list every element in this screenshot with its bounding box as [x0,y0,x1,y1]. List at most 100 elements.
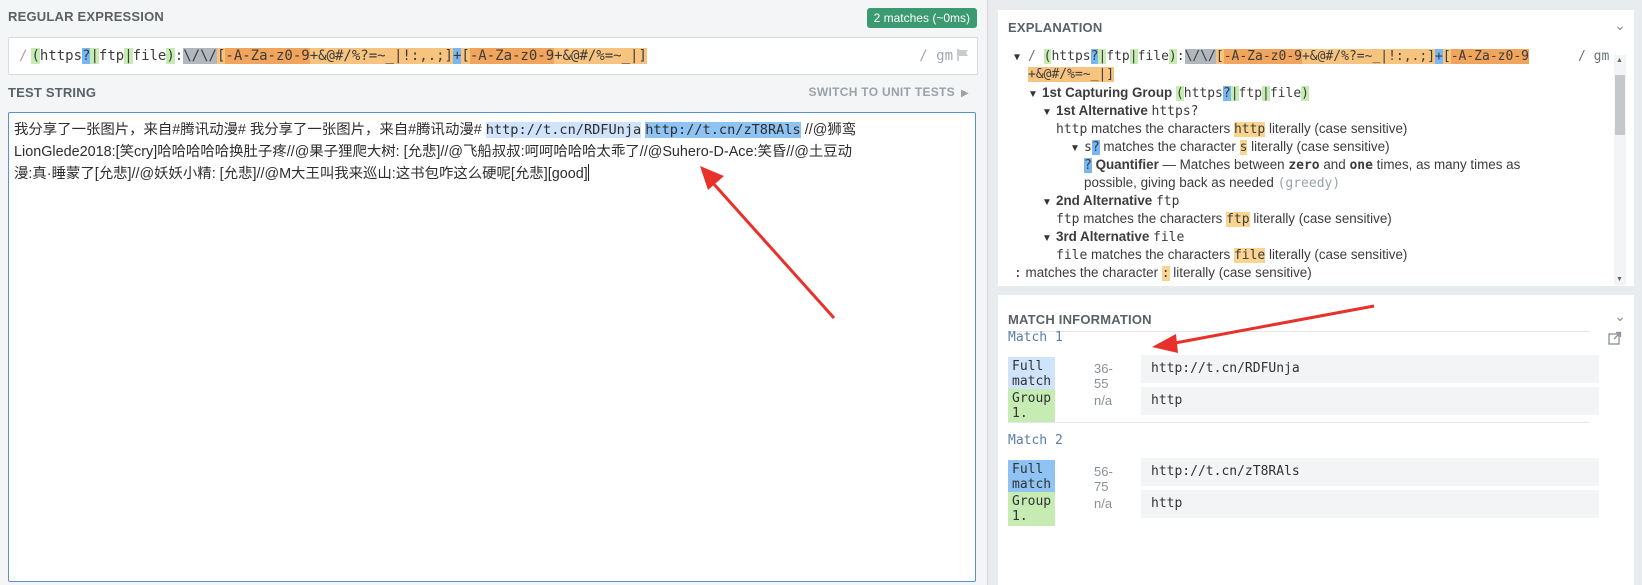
regex-token-file: file [132,48,167,64]
explanation-row-file: file matches the characters file literal… [1014,246,1614,264]
test-text-line2: LionGlede2018:[笑cry]哈哈哈哈哈换肚子疼//@果子狸爬大树: … [14,144,853,160]
regex-token-class-chars: +&@#/%?=~_|!:,.; [309,48,445,64]
full-match-label: Full match [1008,460,1056,494]
explanation-scrollbar[interactable]: ▲ ▼ [1614,55,1626,285]
scroll-down-arrow-icon[interactable]: ▼ [1616,276,1623,283]
regex-token-class-chars: +&@#/%=~_| [1028,67,1107,82]
regex-token-ftp: ftp [1106,49,1130,64]
explanation-literal-highlight: file [1233,248,1266,263]
regex-token-ftp: ftp [98,48,125,64]
explanation-text: possible, giving back as needed [1084,175,1278,190]
match-information-panel: MATCH INFORMATION ⌄ Match 1 Full match 3… [998,295,1634,585]
explanation-row-group[interactable]: ▼ 1st Capturing Group (https?|ftp|file) [1014,84,1614,102]
explanation-text: and [1319,157,1350,172]
explanation-row-regex-cont: +&@#/%=~_|] [1014,66,1614,84]
explanation-text: matches the character [1099,139,1240,154]
explanation-code: file [1056,248,1088,263]
regex-token-class-ranges: -A-Za-z0-9 [1450,49,1529,64]
explanation-tree: ▼ / (https?|ftp|file):\/\/[-A-Za-z0-9+&@#… [1014,48,1614,282]
explanation-row-alt2[interactable]: ▼ 2nd Alternative ftp [1014,192,1614,210]
regex-token-class-ranges: -A-Za-z0-9 [469,48,555,64]
share-icon[interactable] [1608,331,1622,345]
explanation-text: — Matches between [1158,157,1289,172]
chevron-down-icon[interactable]: ⌄ [1614,17,1626,34]
explanation-row-ftp: ftp matches the characters ftp literally… [1014,210,1614,228]
explanation-code: : [1014,266,1022,281]
explanation-row-regex[interactable]: ▼ / (https?|ftp|file):\/\/[-A-Za-z0-9+&@#… [1014,48,1614,66]
explanation-literal-highlight: : [1161,266,1170,281]
group-value[interactable]: http [1141,490,1599,518]
explanation-greedy: (greedy) [1277,176,1341,191]
match-information-label: MATCH INFORMATION [1008,312,1152,327]
explanation-row-colon: : matches the character : literally (cas… [1014,264,1614,282]
match-value[interactable]: http://t.cn/zT8RAls [1141,458,1599,486]
explanation-literal-highlight: ftp [1226,212,1250,227]
regex-token-group-open: ( [31,48,40,64]
chevron-right-icon: ▶ [961,88,969,99]
explanation-code: ftp [1056,212,1080,227]
regex-token-file: file [1269,86,1302,101]
explanation-group-heading: 1st Capturing Group [1042,85,1173,100]
regex-token-class-close: ] [444,48,453,64]
regex-token-alternation: | [1262,86,1270,101]
regex-token-quantifier: ? [1222,86,1231,101]
explanation-text: matches the character [1021,265,1162,280]
scrollbar-thumb[interactable] [1615,75,1625,135]
regex-token-class-open: [ [1215,49,1224,64]
match-value[interactable]: http://t.cn/RDFUnja [1141,355,1599,383]
group-value[interactable]: http [1141,387,1599,415]
regex-token-group-close: ) [1301,86,1309,101]
match-2-title: Match 2 [1008,433,1063,448]
regex-open-delimiter: / [1028,49,1036,64]
explanation-row-alt3[interactable]: ▼ 3rd Alternative file [1014,228,1614,246]
explanation-row-quantifier-cont: possible, giving back as needed (greedy) [1014,174,1614,192]
explanation-alt2-code: ftp [1155,194,1180,209]
match-range: 56-75 [1094,464,1113,494]
explanation-quantifier-highlight: ? [1091,140,1100,155]
regex-token-https: https [1183,86,1223,101]
collapse-triangle-icon[interactable]: ▼ [1014,49,1028,67]
regex-input[interactable]: / (https?|ftp|file):\/\/[-A-Za-z0-9+&@#/%… [8,37,978,75]
left-pane: REGULAR EXPRESSION 2 matches (~0ms) / (ht… [0,0,988,585]
regex-token-colon: : [174,48,184,64]
regex-token-group-close: ) [166,48,175,64]
group-label: Group 1. [1008,492,1056,526]
regex-token-group-open: ( [1175,86,1184,101]
regex-token-alternation: | [1230,86,1239,101]
flag-icon[interactable] [957,49,969,61]
explanation-text: matches the characters [1087,121,1234,136]
explanation-panel: EXPLANATION ⌄ ▼ / (https?|ftp|file):\/\/[… [998,10,1634,286]
match-highlight-2: http://t.cn/zT8RAls [645,122,801,138]
test-text-line3: 漫:真·睡蒙了[允悲]//@妖妖小精: [允悲]//@M大王叫我来巡山:这书包咋… [14,166,588,182]
test-text-before: 我分享了一张图片，来自#腾讯动漫# 我分享了一张图片，来自#腾讯动漫# [14,122,486,138]
switch-label: SWITCH TO UNIT TESTS [808,85,955,99]
explanation-literal-highlight: http [1233,122,1266,137]
switch-to-unit-tests-link[interactable]: SWITCH TO UNIT TESTS ▶ [809,85,969,99]
explanation-zero: zero [1288,158,1320,173]
match-1-title: Match 1 [1008,330,1063,345]
text-cursor [587,164,589,181]
regex-open-delimiter: / [19,48,28,64]
match-highlight-1: http://t.cn/RDFUnja [485,122,642,138]
test-string-input[interactable]: 我分享了一张图片，来自#腾讯动漫# 我分享了一张图片，来自#腾讯动漫# http… [8,112,976,582]
group-range: n/a [1094,393,1113,408]
regex-token-alternation: | [1129,49,1138,64]
regex-token-class-close: ] [638,48,647,64]
chevron-down-icon[interactable]: ⌄ [1614,308,1626,325]
regex-token-https: https [39,48,83,64]
divider [1008,331,1590,332]
scroll-up-arrow-icon[interactable]: ▲ [1616,57,1623,64]
explanation-text: times, as many times as [1372,157,1521,172]
explanation-row-s[interactable]: ▼ s? matches the character s literally (c… [1014,138,1614,156]
explanation-text: literally (case sensitive) [1169,265,1312,280]
regex-token-class-close: ] [1106,67,1115,82]
regex-flags[interactable]: / gm [919,38,969,74]
regex-token-class-chars: +&@#/%?=~_|!:,.; [1301,49,1428,64]
explanation-row-alt1[interactable]: ▼ 1st Alternative https? [1014,102,1614,120]
test-section-label: TEST STRING [8,85,97,100]
regex-token-escaped-slashes: \/\/ [183,48,217,64]
explanation-alt1-code: https? [1152,104,1199,119]
explanation-alt1-code-text: https? [1151,104,1199,119]
right-pane: EXPLANATION ⌄ ▼ / (https?|ftp|file):\/\/[… [988,0,1642,585]
explanation-row-http: http matches the characters http literal… [1014,120,1614,138]
